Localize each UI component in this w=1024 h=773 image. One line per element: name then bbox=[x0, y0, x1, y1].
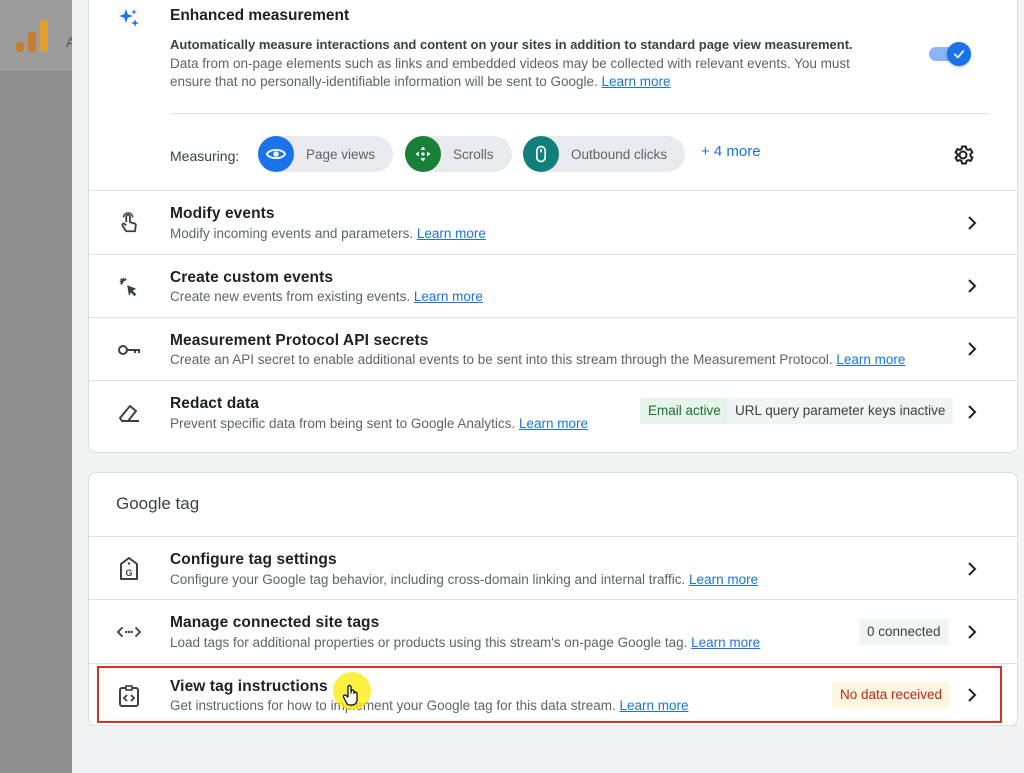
chip-label: Scrolls bbox=[453, 146, 494, 162]
enhanced-measurement-description: Data from on-page elements such as links… bbox=[170, 55, 890, 91]
sparkle-cursor-icon bbox=[117, 275, 141, 299]
learn-more-link[interactable]: Learn more bbox=[519, 416, 588, 431]
chip-outbound-clicks: Outbound clicks bbox=[523, 136, 686, 172]
eye-icon bbox=[258, 136, 294, 172]
section-title: Google tag bbox=[116, 494, 200, 513]
row-title: Configure tag settings bbox=[170, 551, 337, 568]
gear-icon[interactable] bbox=[951, 143, 975, 167]
row-title: Modify events bbox=[170, 205, 275, 222]
background-app: A bbox=[0, 0, 75, 773]
learn-more-link[interactable]: Learn more bbox=[689, 572, 758, 587]
url-query-status-badge: URL query parameter keys inactive bbox=[727, 398, 954, 424]
touch-hand-icon bbox=[117, 211, 141, 235]
highlight-box bbox=[97, 666, 1002, 723]
svg-text:G: G bbox=[125, 568, 132, 578]
redact-data-row[interactable]: Redact data Prevent specific data from b… bbox=[89, 381, 1017, 452]
measurement-protocol-row[interactable]: Measurement Protocol API secrets Create … bbox=[89, 318, 1017, 381]
row-desc-text: Create new events from existing events. bbox=[170, 289, 414, 304]
mouse-icon bbox=[523, 136, 559, 172]
row-desc-text: Prevent specific data from being sent to… bbox=[170, 416, 519, 431]
google-tag-card: Google tag G Configure tag settings Conf… bbox=[88, 472, 1018, 726]
row-description: Configure your Google tag behavior, incl… bbox=[170, 572, 758, 587]
check-icon bbox=[947, 42, 971, 66]
learn-more-link[interactable]: Learn more bbox=[836, 352, 905, 367]
chip-label: Page views bbox=[306, 146, 376, 162]
connected-count-badge: 0 connected bbox=[859, 619, 949, 645]
row-description: Create an API secret to enable additiona… bbox=[170, 352, 905, 367]
learn-more-link[interactable]: Learn more bbox=[691, 635, 760, 650]
row-desc-text: Create an API secret to enable additiona… bbox=[170, 352, 837, 367]
chip-page-views: Page views bbox=[258, 136, 394, 172]
eraser-icon bbox=[117, 401, 141, 425]
row-description: Create new events from existing events. … bbox=[170, 289, 483, 304]
chevron-right-icon bbox=[965, 216, 979, 230]
chip-label: Outbound clicks bbox=[571, 146, 668, 162]
row-title: Create custom events bbox=[170, 269, 334, 286]
manage-connected-site-tags-row[interactable]: Manage connected site tags Load tags for… bbox=[89, 600, 1017, 664]
key-icon bbox=[117, 338, 141, 362]
enhanced-measurement-title: Enhanced measurement bbox=[170, 7, 350, 24]
enhanced-learn-more-link[interactable]: Learn more bbox=[602, 74, 671, 89]
row-title: Measurement Protocol API secrets bbox=[170, 332, 429, 349]
row-desc-text: Configure your Google tag behavior, incl… bbox=[170, 572, 690, 587]
measuring-label: Measuring: bbox=[170, 148, 240, 164]
enhanced-measurement-toggle[interactable] bbox=[927, 41, 971, 66]
sparkle-icon bbox=[117, 7, 141, 31]
hand-cursor-icon bbox=[342, 684, 360, 706]
row-description: Load tags for additional properties or p… bbox=[170, 635, 760, 650]
chevron-right-icon bbox=[965, 625, 979, 639]
background-topbar: A bbox=[0, 0, 75, 72]
modify-events-row[interactable]: Modify events Modify incoming events and… bbox=[89, 191, 1017, 255]
row-title: Manage connected site tags bbox=[170, 614, 380, 631]
chevron-right-icon bbox=[965, 405, 979, 419]
chip-scrolls: Scrolls bbox=[405, 136, 512, 172]
row-desc-text: Modify incoming events and parameters. bbox=[170, 226, 417, 241]
learn-more-link[interactable]: Learn more bbox=[417, 226, 486, 241]
analytics-logo-icon bbox=[16, 18, 50, 52]
row-description: Modify incoming events and parameters. L… bbox=[170, 226, 486, 241]
tag-g-icon: G bbox=[117, 557, 141, 581]
more-measurements-link[interactable]: + 4 more bbox=[701, 143, 761, 160]
row-desc-text: Load tags for additional properties or p… bbox=[170, 635, 692, 650]
email-status-badge: Email active bbox=[640, 398, 729, 424]
create-custom-events-row[interactable]: Create custom events Create new events f… bbox=[89, 255, 1017, 318]
divider bbox=[170, 113, 990, 114]
scroll-arrows-icon bbox=[405, 136, 441, 172]
events-card: Enhanced measurement Automatically measu… bbox=[88, 0, 1018, 453]
chevron-right-icon bbox=[965, 562, 979, 576]
learn-more-link[interactable]: Learn more bbox=[414, 289, 483, 304]
row-description: Prevent specific data from being sent to… bbox=[170, 416, 588, 431]
enhanced-measurement-summary: Automatically measure interactions and c… bbox=[170, 37, 853, 52]
enhanced-measurement-row: Enhanced measurement Automatically measu… bbox=[89, 0, 1017, 191]
chevron-right-icon bbox=[965, 279, 979, 293]
row-title: Redact data bbox=[170, 395, 259, 412]
configure-tag-settings-row[interactable]: G Configure tag settings Configure your … bbox=[89, 536, 1017, 600]
enhanced-measurement-desc-text: Data from on-page elements such as links… bbox=[170, 56, 850, 89]
chevron-right-icon bbox=[965, 342, 979, 356]
stream-details-panel: Enhanced measurement Automatically measu… bbox=[72, 0, 1024, 773]
code-arrows-icon bbox=[117, 620, 141, 644]
